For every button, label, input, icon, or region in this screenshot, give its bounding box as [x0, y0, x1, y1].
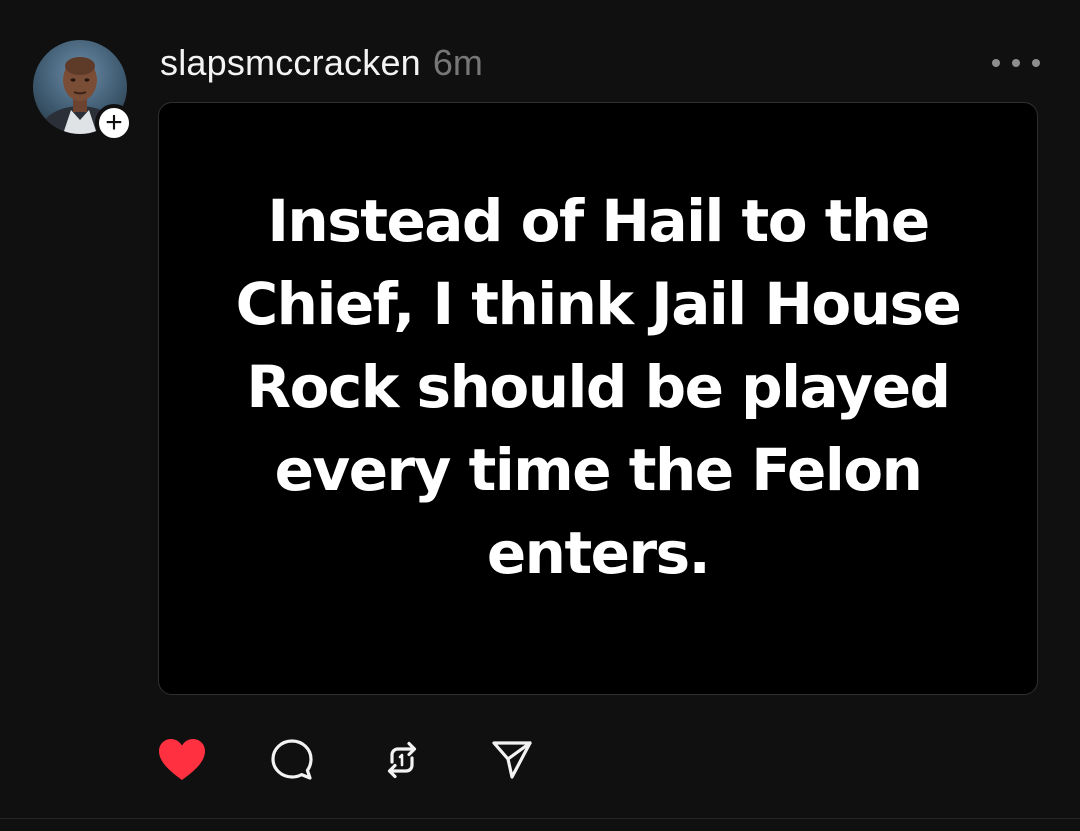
- comment-icon: [271, 739, 313, 780]
- heart-icon: [159, 739, 205, 780]
- image-quote-text: Instead of Hail to the Chief, I think Ja…: [235, 187, 962, 587]
- like-button[interactable]: [158, 736, 206, 784]
- send-icon: [492, 741, 532, 779]
- more-dot: [1012, 59, 1020, 67]
- reply-button[interactable]: [268, 736, 316, 784]
- share-button[interactable]: [488, 736, 536, 784]
- post: + slapsmccracken 6m Instead of Hail to t…: [0, 0, 1080, 831]
- post-divider: [0, 818, 1080, 819]
- more-dot: [992, 59, 1000, 67]
- action-bar: [158, 735, 536, 785]
- avatar-container[interactable]: +: [33, 40, 133, 142]
- more-dot: [1032, 59, 1040, 67]
- repost-icon: [387, 741, 417, 779]
- more-horizontal-icon[interactable]: [992, 52, 1040, 74]
- post-header: slapsmccracken 6m: [160, 42, 483, 86]
- username[interactable]: slapsmccracken: [160, 42, 421, 84]
- repost-button[interactable]: [378, 736, 426, 784]
- post-image[interactable]: Instead of Hail to the Chief, I think Ja…: [158, 102, 1038, 695]
- timestamp: 6m: [432, 42, 483, 83]
- plus-icon: +: [105, 106, 123, 139]
- follow-button[interactable]: +: [95, 104, 133, 142]
